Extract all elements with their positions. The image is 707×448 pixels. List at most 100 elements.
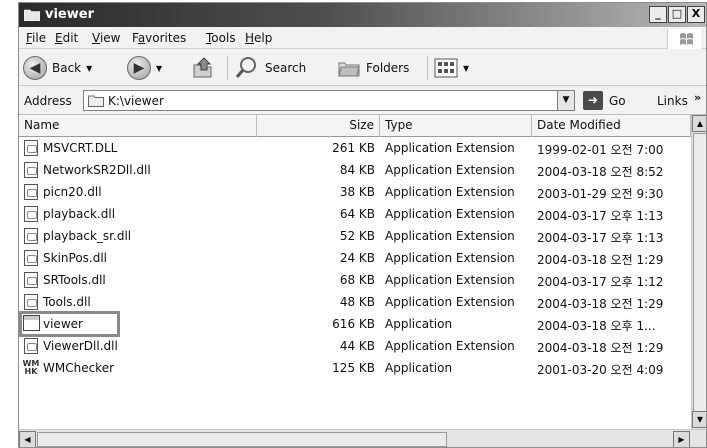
folder-icon — [24, 9, 40, 21]
menu-file[interactable]: File — [26, 31, 46, 45]
column-header-size[interactable]: Size — [257, 115, 380, 137]
menu-help[interactable]: Help — [245, 31, 272, 45]
vertical-scroll-thumb[interactable] — [693, 133, 706, 413]
menu-file-label: ile — [32, 31, 47, 45]
file-size: 616 KB — [332, 317, 375, 331]
views-dropdown-icon[interactable]: ▼ — [463, 64, 469, 73]
dll-file-icon — [24, 228, 38, 244]
address-dropdown-button[interactable]: ▼ — [557, 90, 575, 111]
scroll-right-icon[interactable]: ▶ — [673, 431, 690, 447]
search-icon — [235, 57, 256, 78]
dll-file-icon — [24, 272, 38, 288]
file-row[interactable]: MSVCRT.DLL 261 KB Application Extension 199… — [19, 137, 691, 159]
menu-help-accel: H — [245, 31, 255, 45]
scroll-down-icon[interactable]: ▼ — [692, 411, 706, 428]
menu-edit-accel: E — [55, 31, 63, 45]
file-name: MSVCRT.DLL — [43, 141, 118, 155]
chevron-right-icon[interactable]: » — [694, 91, 701, 104]
address-bar: Address K:\viewer ▼ ➜ Go Links » — [19, 87, 706, 115]
file-size: 38 KB — [339, 185, 375, 199]
toolbar: ◀ Back ▼ ▶ ▼ Search Folders ▼ — [19, 50, 706, 86]
scroll-up-icon[interactable]: ▲ — [692, 115, 706, 132]
dll-file-icon — [24, 140, 38, 156]
search-label: Search — [265, 61, 307, 75]
toolbar-separator — [427, 56, 428, 80]
file-date-modified: 2004-03-18 오전 1:29 — [537, 253, 664, 267]
file-size: 52 KB — [339, 229, 375, 243]
file-row[interactable]: WM HK WMChecker 125 KB Application 2001-03-2… — [19, 357, 691, 379]
address-input[interactable]: K:\viewer — [83, 90, 559, 111]
file-type: Application Extension — [385, 273, 515, 287]
file-row[interactable]: NetworkSR2Dll.dll 84 KB Application Extens… — [19, 159, 691, 181]
column-header-type[interactable]: Type — [380, 115, 532, 137]
menu-help-label: elp — [254, 31, 273, 45]
column-header-row: Name Size Type Date Modified — [19, 115, 691, 137]
file-rows: MSVCRT.DLL 261 KB Application Extension 199… — [19, 137, 691, 429]
menu-view[interactable]: View — [92, 31, 120, 45]
windows-logo-icon — [667, 29, 701, 49]
close-button[interactable]: X — [687, 6, 705, 23]
file-date-modified: 2004-03-18 오전 1:29 — [537, 341, 664, 355]
file-name: NetworkSR2Dll.dll — [43, 163, 151, 177]
file-date-modified: 2003-01-29 오전 9:30 — [537, 187, 664, 201]
forward-button[interactable]: ▶ ▼ — [127, 54, 162, 82]
views-button[interactable]: ▼ — [434, 54, 469, 82]
scroll-left-icon[interactable]: ◀ — [19, 431, 36, 447]
menu-edit[interactable]: Edit — [55, 31, 78, 45]
application-icon — [23, 315, 40, 331]
menu-favorites-label: vorites — [145, 31, 187, 45]
explorer-window: viewer _ □ X File Edit View Favorites To… — [18, 2, 707, 448]
file-row[interactable]: ViewerDll.dll 44 KB Application Extension 2… — [19, 335, 691, 357]
file-row[interactable]: picn20.dll 38 KB Application Extension 2003… — [19, 181, 691, 203]
minimize-button[interactable]: _ — [649, 6, 667, 23]
folders-label: Folders — [366, 61, 410, 75]
back-dropdown-icon[interactable]: ▼ — [86, 64, 92, 73]
title-bar[interactable]: viewer _ □ X — [19, 3, 706, 27]
file-name: SkinPos.dll — [43, 251, 108, 265]
file-size: 64 KB — [339, 207, 375, 221]
file-name: ViewerDll.dll — [43, 339, 118, 353]
menu-view-accel: V — [92, 31, 100, 45]
file-type: Application Extension — [385, 295, 515, 309]
up-folder-icon — [193, 57, 212, 78]
column-header-date-modified[interactable]: Date Modified — [532, 115, 691, 137]
file-size: 48 KB — [339, 295, 375, 309]
links-label[interactable]: Links — [657, 94, 688, 108]
dll-file-icon — [24, 250, 38, 266]
file-date-modified: 2004-03-17 오후 1:12 — [537, 275, 664, 289]
folders-button[interactable]: Folders — [337, 54, 409, 82]
horizontal-scrollbar[interactable]: ◀ ▶ — [19, 429, 706, 447]
go-label: Go — [609, 93, 626, 108]
menu-tools[interactable]: Tools — [206, 31, 236, 45]
dll-file-icon — [24, 162, 38, 178]
file-row[interactable]: playback_sr.dll 52 KB Application Extensio… — [19, 225, 691, 247]
menu-favorites[interactable]: Favorites — [132, 31, 186, 45]
file-row[interactable]: SRTools.dll 68 KB Application Extension 200… — [19, 269, 691, 291]
file-size: 68 KB — [339, 273, 375, 287]
search-button[interactable]: Search — [234, 54, 306, 82]
vertical-scrollbar[interactable]: ▲ ▼ — [691, 115, 706, 429]
window-title: viewer — [45, 7, 94, 22]
wm-app-icon: WM HK — [22, 359, 40, 376]
file-name: SRTools.dll — [43, 273, 106, 287]
file-date-modified: 2004-03-18 오전 8:52 — [537, 165, 664, 179]
file-row[interactable]: Tools.dll 48 KB Application Extension 2004-… — [19, 291, 691, 313]
go-button[interactable]: ➜ Go — [583, 91, 626, 110]
file-name: Tools.dll — [43, 295, 91, 309]
file-name: viewer — [43, 317, 83, 331]
forward-dropdown-icon[interactable]: ▼ — [156, 64, 162, 73]
file-type: Application Extension — [385, 163, 515, 177]
up-folder-button[interactable] — [189, 54, 215, 82]
file-row[interactable]: SkinPos.dll 24 KB Application Extension 200… — [19, 247, 691, 269]
file-row[interactable]: viewer 616 KB Application 2004-03-18 오후 1..… — [19, 313, 691, 335]
file-date-modified: 1999-02-01 오전 7:00 — [537, 143, 664, 157]
column-header-name[interactable]: Name — [19, 115, 257, 137]
file-name: playback.dll — [43, 207, 116, 221]
dll-file-icon — [24, 294, 38, 310]
file-size: 24 KB — [339, 251, 375, 265]
maximize-button[interactable]: □ — [668, 6, 686, 23]
file-date-modified: 2004-03-18 오후 1... — [537, 319, 656, 333]
file-row[interactable]: playback.dll 64 KB Application Extension 20… — [19, 203, 691, 225]
back-button[interactable]: ◀ Back ▼ — [23, 54, 92, 82]
horizontal-scroll-thumb[interactable] — [37, 432, 447, 447]
